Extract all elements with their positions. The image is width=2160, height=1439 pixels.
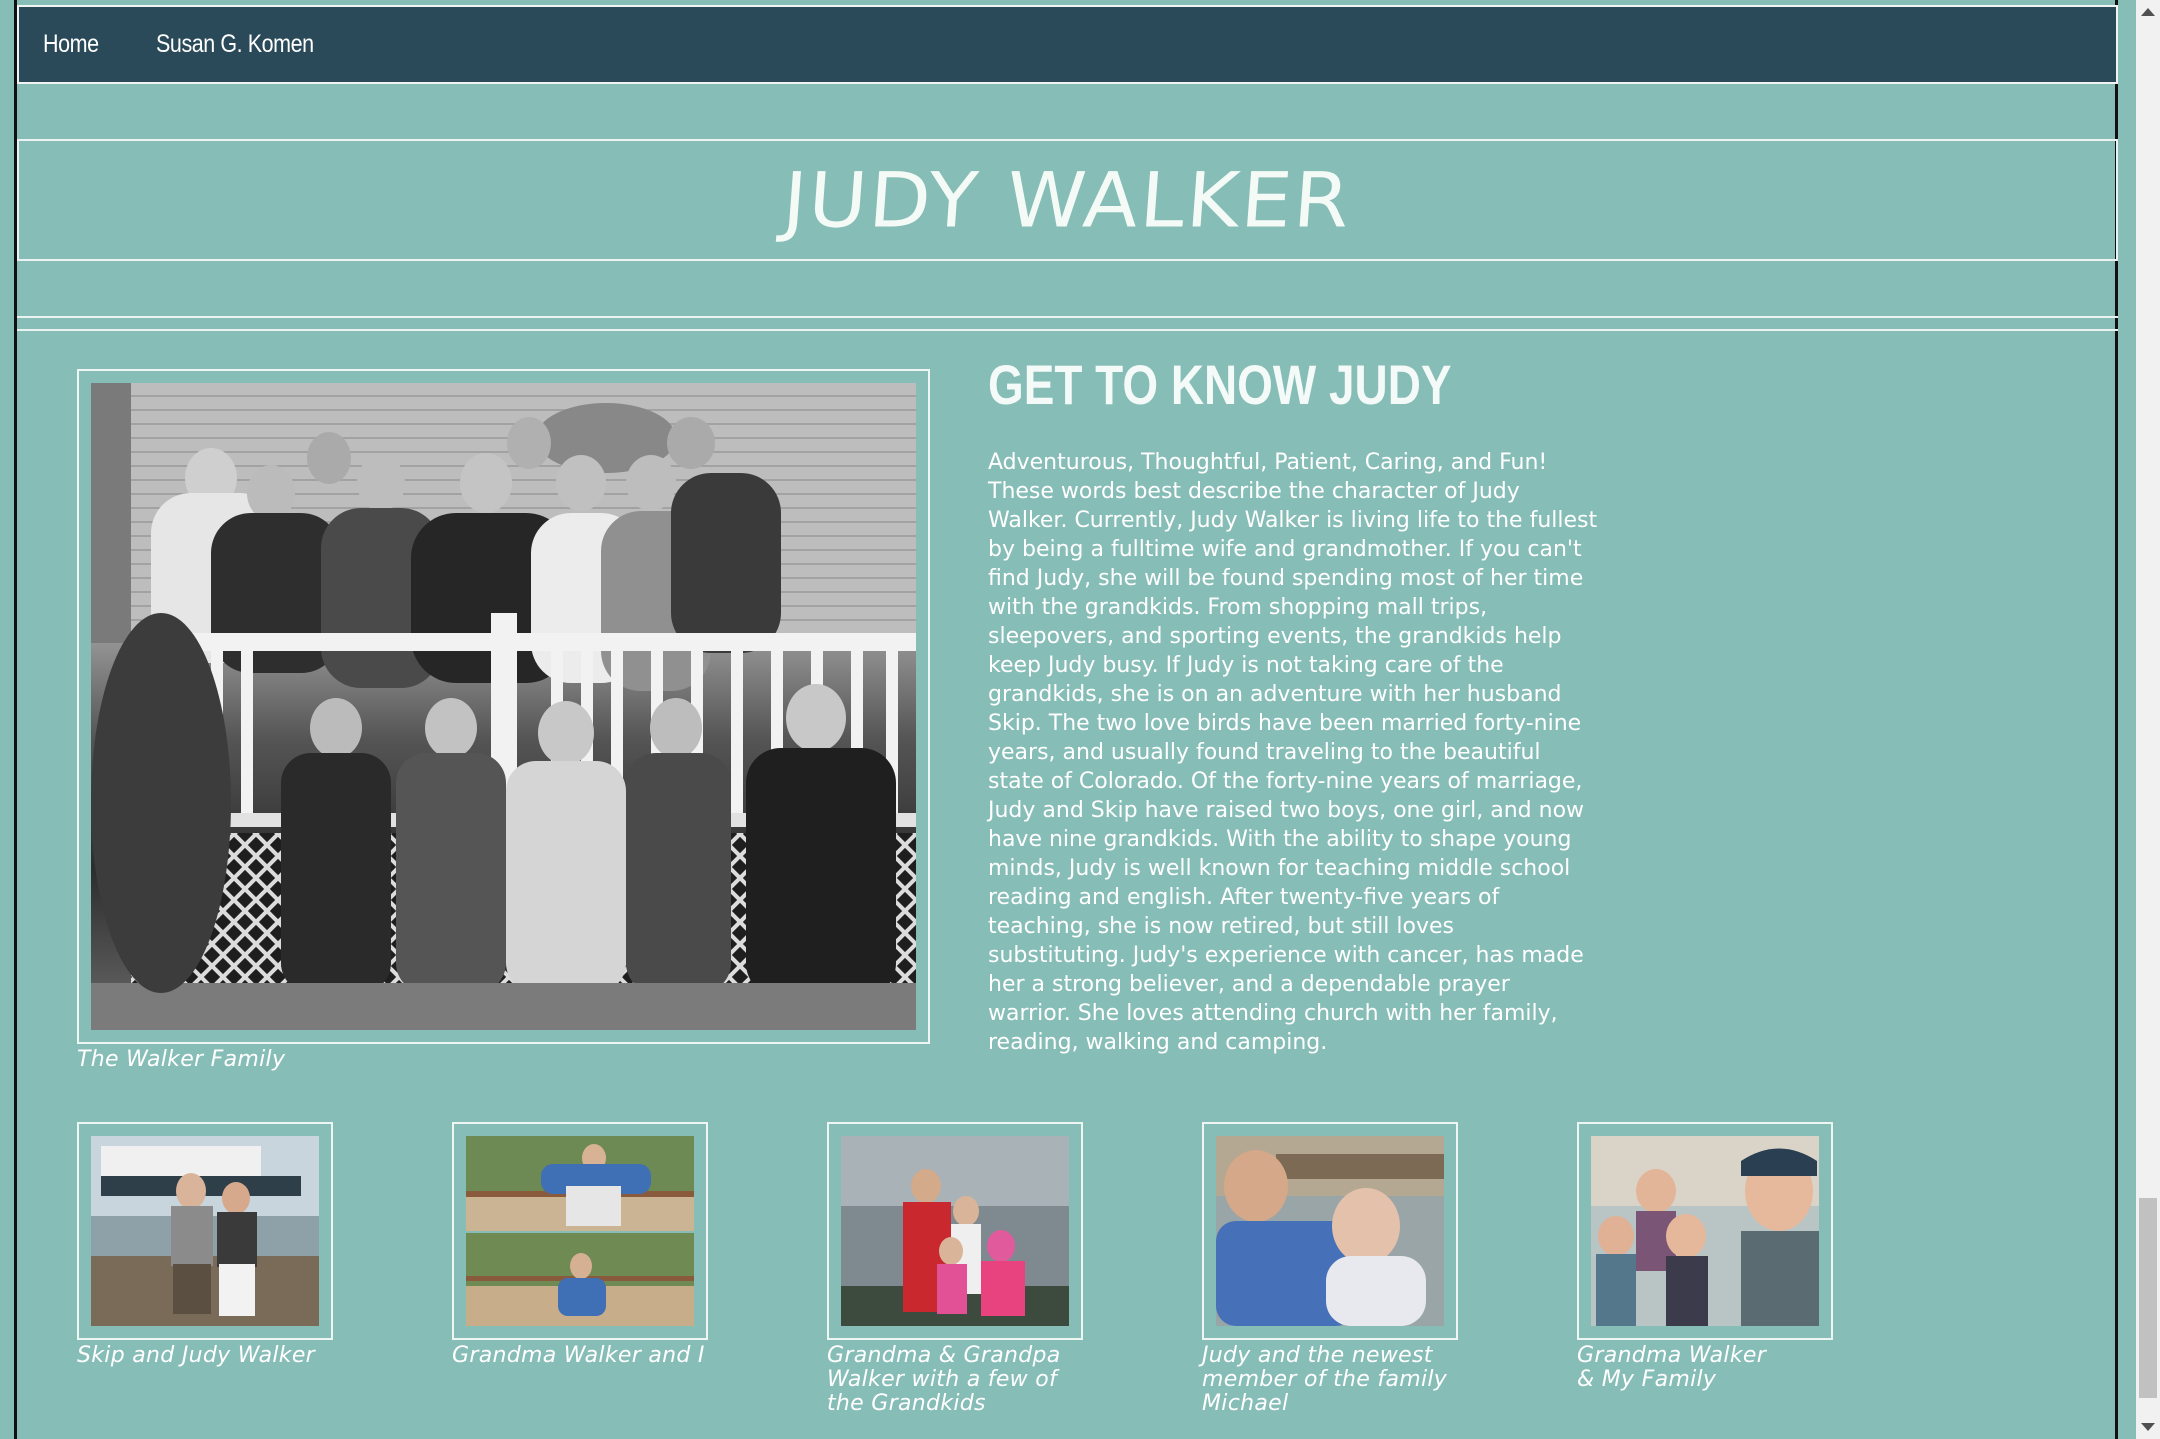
gallery-thumb[interactable] — [452, 1122, 708, 1340]
gallery-caption: Skip and Judy Walker — [77, 1343, 316, 1368]
gallery-caption: Grandma Walker & My Family — [1577, 1343, 1767, 1392]
about-heading: GET TO KNOW JUDY — [988, 353, 1452, 416]
page-title: JUDY WALKER — [780, 155, 1355, 245]
scroll-thumb[interactable] — [2139, 1198, 2157, 1398]
grandma-walker-photo — [466, 1136, 694, 1326]
nav-komen-link[interactable]: Susan G. Komen — [156, 30, 314, 59]
newest-member-photo — [1216, 1136, 1444, 1326]
grandkids-photo — [841, 1136, 1069, 1326]
about-bio: Adventurous, Thoughtful, Patient, Caring… — [988, 450, 1598, 1055]
gallery-thumb[interactable] — [1577, 1122, 1833, 1340]
family-photo-frame — [77, 369, 930, 1044]
family-photo-caption: The Walker Family — [77, 1047, 286, 1072]
gallery-thumb[interactable] — [1202, 1122, 1458, 1340]
divider-line — [17, 329, 2118, 331]
gallery-caption: Judy and the newest member of the family… — [1202, 1343, 1448, 1416]
top-nav: Home Susan G. Komen — [17, 5, 2118, 84]
family-photo-image — [91, 383, 916, 1030]
my-family-photo — [1591, 1136, 1819, 1326]
vertical-scrollbar[interactable] — [2136, 0, 2160, 1439]
gallery-thumb[interactable] — [827, 1122, 1083, 1340]
skip-judy-photo — [91, 1136, 319, 1326]
scroll-down-icon[interactable] — [2141, 1423, 2155, 1431]
nav-home-link[interactable]: Home — [43, 30, 99, 59]
gallery-thumb[interactable] — [77, 1122, 333, 1340]
gallery-caption: Grandma Walker and I — [452, 1343, 705, 1368]
divider-line — [17, 316, 2118, 318]
title-banner: JUDY WALKER — [17, 139, 2118, 261]
gallery-caption: Grandma & Grandpa Walker with a few of t… — [827, 1343, 1061, 1416]
scroll-up-icon[interactable] — [2141, 8, 2155, 16]
family-photo[interactable] — [91, 383, 916, 1030]
